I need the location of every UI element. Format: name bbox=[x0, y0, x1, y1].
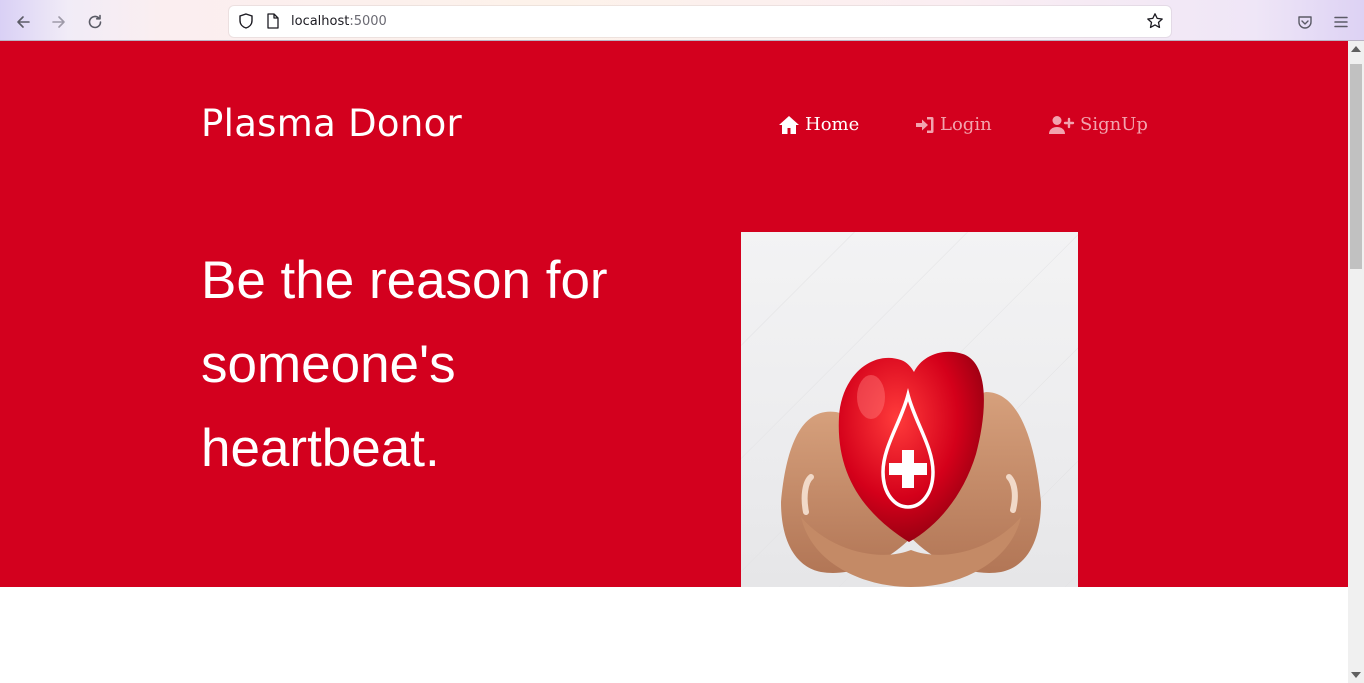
scroll-up-arrow-icon[interactable] bbox=[1351, 46, 1361, 52]
nav-signup-link[interactable]: SignUp bbox=[1049, 114, 1148, 135]
hero-image bbox=[741, 232, 1078, 587]
heart-in-hands-illustration bbox=[741, 232, 1078, 587]
brand-title[interactable]: Plasma Donor bbox=[201, 102, 462, 145]
pocket-icon bbox=[1298, 16, 1312, 29]
browser-toolbar: localhost:5000 bbox=[0, 0, 1364, 41]
vertical-scrollbar[interactable] bbox=[1348, 41, 1364, 683]
scroll-thumb[interactable] bbox=[1350, 64, 1362, 269]
hero-section: Plasma Donor Home Login SignUp Be the re… bbox=[0, 41, 1348, 587]
reload-icon bbox=[88, 14, 102, 29]
nav-login-link[interactable]: Login bbox=[915, 114, 992, 135]
url-host: localhost bbox=[291, 14, 350, 29]
page-body bbox=[0, 587, 1348, 683]
url-port: :5000 bbox=[349, 14, 387, 29]
hamburger-menu-icon bbox=[1334, 16, 1348, 28]
reload-button[interactable] bbox=[82, 9, 108, 35]
menu-button[interactable] bbox=[1328, 9, 1354, 35]
sign-in-icon bbox=[916, 116, 934, 133]
home-icon bbox=[779, 115, 799, 134]
scroll-down-arrow-icon[interactable] bbox=[1351, 672, 1361, 678]
nav-home-link[interactable]: Home bbox=[778, 114, 859, 135]
forward-button[interactable] bbox=[46, 9, 72, 35]
nav-signup-label: SignUp bbox=[1080, 114, 1148, 135]
hero-tagline: Be the reason for someone's heartbeat. bbox=[201, 251, 608, 478]
address-bar[interactable]: localhost:5000 bbox=[229, 6, 1171, 37]
back-button[interactable] bbox=[10, 9, 36, 35]
nav-login-label: Login bbox=[940, 114, 992, 135]
back-arrow-icon bbox=[17, 16, 30, 28]
shield-icon[interactable] bbox=[237, 12, 255, 30]
nav-home-label: Home bbox=[805, 114, 860, 135]
bookmark-star-icon[interactable] bbox=[1146, 12, 1164, 30]
pocket-button[interactable] bbox=[1292, 9, 1318, 35]
forward-arrow-icon bbox=[52, 16, 65, 28]
page-icon bbox=[267, 13, 279, 29]
user-plus-icon bbox=[1049, 115, 1075, 134]
url-text[interactable]: localhost:5000 bbox=[291, 14, 387, 29]
